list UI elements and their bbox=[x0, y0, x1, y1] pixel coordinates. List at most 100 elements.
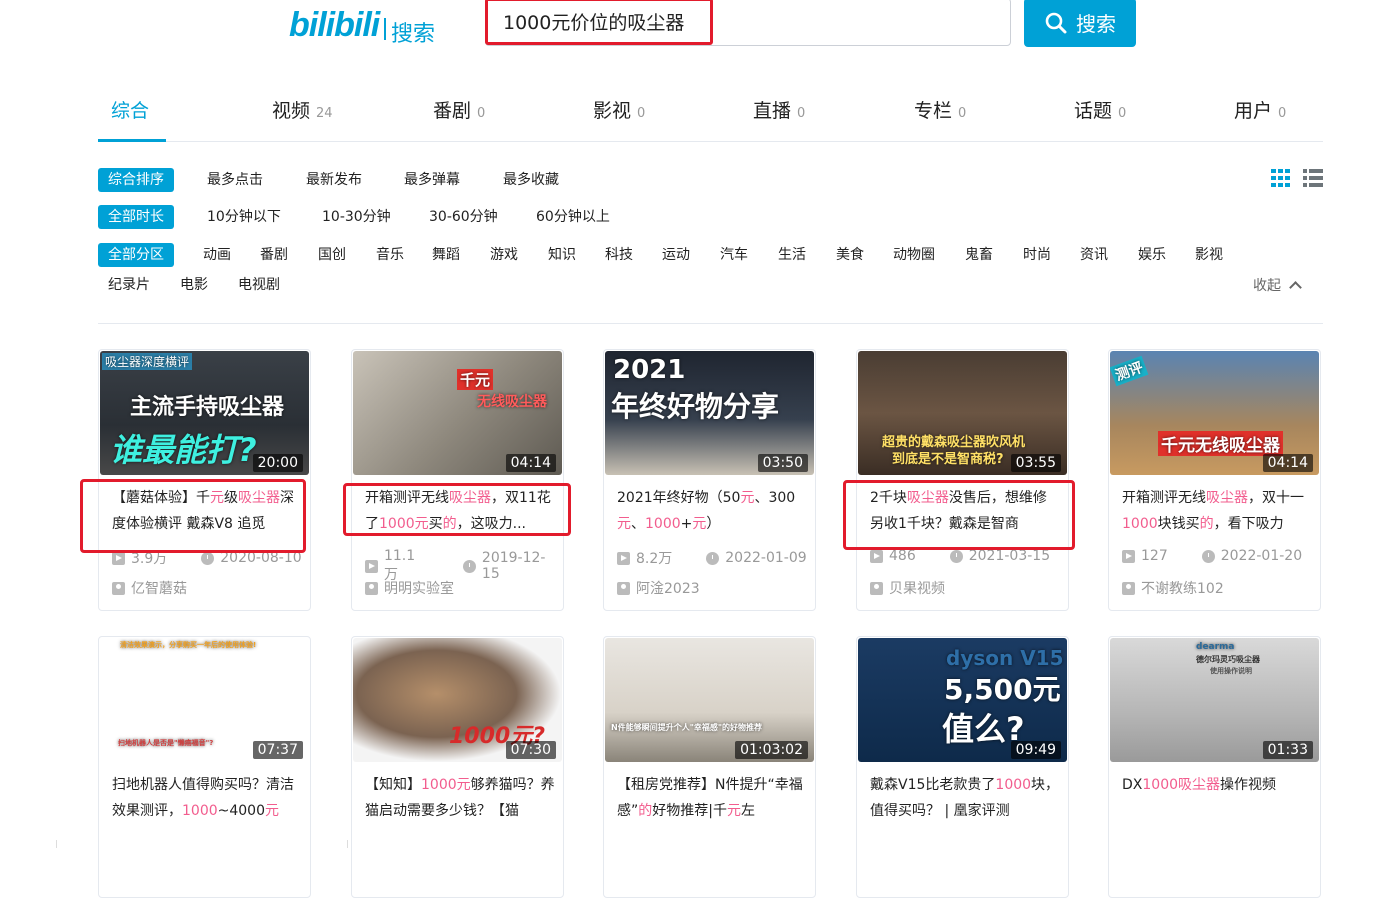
search-input[interactable] bbox=[485, 0, 713, 45]
filter-zone-option[interactable]: 生活 bbox=[778, 243, 806, 267]
video-title[interactable]: 【租房党推荐】N件提升“幸福感”的好物推荐|千元左 bbox=[617, 772, 807, 824]
video-thumbnail[interactable]: 测评 千元无线吸尘器 04:14 bbox=[1110, 351, 1319, 475]
video-thumbnail[interactable]: dearma 德尔玛灵巧吸尘器 使用操作说明 01:33 bbox=[1110, 638, 1319, 762]
filter-duration-option[interactable]: 全部时长 bbox=[98, 205, 174, 229]
filter-zone-option[interactable]: 运动 bbox=[662, 243, 690, 267]
filter-zone-option[interactable]: 电视剧 bbox=[238, 273, 280, 297]
video-title[interactable]: 开箱测评无线吸尘器，双11花了1000元买的，这吸力... bbox=[365, 485, 555, 537]
filter-zone-option[interactable]: 电影 bbox=[180, 273, 208, 297]
filter-zone-option[interactable]: 美食 bbox=[836, 243, 864, 267]
chevron-up-icon bbox=[1289, 281, 1303, 294]
video-thumbnail[interactable]: 1000元? 07:30 bbox=[353, 638, 562, 762]
view-count: 3.9万 bbox=[131, 551, 168, 567]
filter-zone-option[interactable]: 舞蹈 bbox=[432, 243, 460, 267]
filter-zone-option[interactable]: 知识 bbox=[548, 243, 576, 267]
video-card[interactable]: 吸尘器深度横评 主流手持吸尘器 谁最能打? 20:00 【蘑菇体验】千元级吸尘器深度体验… bbox=[98, 349, 311, 611]
list-view-icon[interactable] bbox=[1302, 168, 1324, 188]
uploader-link[interactable]: 亿智蘑菇 bbox=[112, 578, 187, 598]
keyword-highlight: 的 bbox=[1199, 516, 1214, 532]
video-card[interactable]: 清洁效果演示，分享购买一年后的使用体验! 扫地机器人是否是"懒癌福音"? 07:37… bbox=[98, 636, 311, 898]
keyword-highlight: 吸尘器 bbox=[238, 490, 280, 506]
search-icon bbox=[1045, 12, 1067, 33]
video-card[interactable]: dyson V15 5,500元 值么? 09:49 戴森V15比老款贵了1000块，值… bbox=[856, 636, 1069, 898]
tab-4[interactable]: 直播 0 bbox=[753, 96, 805, 123]
video-card[interactable]: 1000元? 07:30 【知知】1000元够养猫吗？养猫启动需要多少钱？【猫 bbox=[351, 636, 564, 898]
filter-order-option[interactable]: 最多收藏 bbox=[503, 168, 559, 192]
thumbnail-caption: 千元 bbox=[457, 369, 494, 390]
filter-zone-option[interactable]: 国创 bbox=[318, 243, 346, 267]
video-title[interactable]: 开箱测评无线吸尘器，双十一 1000块钱买的，看下吸力 bbox=[1122, 485, 1312, 537]
filter-zone-option[interactable]: 资讯 bbox=[1080, 243, 1108, 267]
video-title[interactable]: 【蘑菇体验】千元级吸尘器深度体验横评 戴森V8 追觅 bbox=[112, 485, 302, 537]
filter-order-option[interactable]: 最多点击 bbox=[207, 168, 263, 192]
uploader-link[interactable]: 明明实验室 bbox=[365, 578, 454, 598]
keyword-highlight: 1000 bbox=[995, 777, 1032, 793]
tab-1[interactable]: 视频 24 bbox=[272, 96, 333, 123]
video-thumbnail[interactable]: dyson V15 5,500元 值么? 09:49 bbox=[858, 638, 1067, 762]
tab-7[interactable]: 用户 0 bbox=[1234, 96, 1286, 123]
filter-duration-option[interactable]: 10分钟以下 bbox=[207, 205, 281, 229]
filter-duration-option[interactable]: 60分钟以上 bbox=[536, 205, 610, 229]
video-title[interactable]: 2千块吸尘器没售后，想维修另收1千块？戴森是智商 bbox=[870, 485, 1060, 537]
grid-view-icon[interactable] bbox=[1270, 168, 1292, 188]
tab-6[interactable]: 话题 0 bbox=[1074, 96, 1126, 123]
upload-date: 2022-01-09 bbox=[725, 550, 807, 566]
filter-zone-option[interactable]: 动画 bbox=[203, 243, 231, 267]
video-thumbnail[interactable]: 千元 无线吸尘器 04:14 bbox=[353, 351, 562, 475]
filter-order-option[interactable]: 最新发布 bbox=[306, 168, 362, 192]
video-title[interactable]: 扫地机器人值得购买吗？清洁效果测评，1000~4000元 bbox=[112, 772, 302, 824]
video-thumbnail[interactable]: 2021 年终好物分享 03:50 bbox=[605, 351, 814, 475]
filter-zone-option[interactable]: 娱乐 bbox=[1138, 243, 1166, 267]
filter-order-option[interactable]: 最多弹幕 bbox=[404, 168, 460, 192]
uploader-name: 不谢教练102 bbox=[1141, 581, 1224, 597]
title-text: 2021年终好物（50 bbox=[617, 490, 741, 506]
tab-count: 0 bbox=[1118, 106, 1127, 121]
filter-zone-option[interactable]: 全部分区 bbox=[98, 243, 174, 267]
uploader-link[interactable]: 贝果视频 bbox=[870, 578, 945, 598]
keyword-highlight: 元 bbox=[617, 516, 631, 532]
tab-3[interactable]: 影视 0 bbox=[593, 96, 645, 123]
tab-2[interactable]: 番剧 0 bbox=[433, 96, 485, 123]
collapse-filters-button[interactable]: 收起 bbox=[1253, 275, 1303, 295]
video-card[interactable]: 2021 年终好物分享 03:50 2021年终好物（50元、300元、1000+元）… bbox=[603, 349, 816, 611]
filter-zone-option[interactable]: 科技 bbox=[605, 243, 633, 267]
video-title[interactable]: 2021年终好物（50元、300元、1000+元） bbox=[617, 485, 807, 537]
tab-0[interactable]: 综合 bbox=[111, 96, 155, 123]
thumbnail-caption: 年终好物分享 bbox=[611, 390, 780, 423]
video-title[interactable]: 戴森V15比老款贵了1000块，值得买吗？ | 凰家评测 bbox=[870, 772, 1060, 824]
title-text: 开箱测评无线 bbox=[1122, 490, 1206, 506]
video-card[interactable]: 超贵的戴森吸尘器吹风机 到底是不是智商税? 03:55 2千块吸尘器没售后，想维修另收… bbox=[856, 349, 1069, 611]
video-card[interactable]: 测评 千元无线吸尘器 04:14 开箱测评无线吸尘器，双十一 1000块钱买的，看下吸力… bbox=[1108, 349, 1321, 611]
filter-zone-option[interactable]: 时尚 bbox=[1023, 243, 1051, 267]
uploader-link[interactable]: 阿淦2023 bbox=[617, 578, 700, 598]
video-card[interactable]: dearma 德尔玛灵巧吸尘器 使用操作说明 01:33 DX1000吸尘器操作视频 bbox=[1108, 636, 1321, 898]
filter-zone-option[interactable]: 鬼畜 bbox=[965, 243, 993, 267]
video-thumbnail[interactable]: 吸尘器深度横评 主流手持吸尘器 谁最能打? 20:00 bbox=[100, 351, 309, 475]
video-title[interactable]: 【知知】1000元够养猫吗？养猫启动需要多少钱？【猫 bbox=[365, 772, 555, 824]
video-card[interactable]: N件能够瞬间提升个人"幸福感"的好物推荐 01:03:02 【租房党推荐】N件提升“… bbox=[603, 636, 816, 898]
video-duration: 04:14 bbox=[505, 454, 556, 472]
search-button[interactable]: 搜索 bbox=[1024, 0, 1136, 47]
video-card[interactable]: 千元 无线吸尘器 04:14 开箱测评无线吸尘器，双11花了1000元买的，这吸力..… bbox=[351, 349, 564, 611]
filter-order-option[interactable]: 综合排序 bbox=[98, 168, 174, 192]
video-duration: 01:03:02 bbox=[735, 741, 808, 759]
video-thumbnail[interactable]: 清洁效果演示，分享购买一年后的使用体验! 扫地机器人是否是"懒癌福音"? 07:37 bbox=[100, 638, 309, 762]
uploader-link[interactable]: 不谢教练102 bbox=[1122, 578, 1224, 598]
filter-zone-option[interactable]: 汽车 bbox=[720, 243, 748, 267]
video-thumbnail[interactable]: N件能够瞬间提升个人"幸福感"的好物推荐 01:03:02 bbox=[605, 638, 814, 762]
filter-zone-option[interactable]: 音乐 bbox=[376, 243, 404, 267]
filter-zone-option[interactable]: 动物圈 bbox=[893, 243, 935, 267]
user-icon bbox=[365, 581, 378, 595]
view-count: 8.2万 bbox=[636, 551, 673, 567]
video-title[interactable]: DX1000吸尘器操作视频 bbox=[1122, 772, 1312, 824]
filter-zone-option[interactable]: 游戏 bbox=[490, 243, 518, 267]
tab-5[interactable]: 专栏 0 bbox=[914, 96, 966, 123]
bilibili-logo[interactable]: bilibili 搜索 bbox=[289, 6, 449, 47]
filter-zone-option[interactable]: 纪录片 bbox=[108, 273, 150, 297]
tab-label: 直播 bbox=[753, 100, 792, 122]
filter-zone-option[interactable]: 番剧 bbox=[260, 243, 288, 267]
filter-duration-option[interactable]: 10-30分钟 bbox=[322, 205, 391, 229]
filter-zone-option[interactable]: 影视 bbox=[1195, 243, 1223, 267]
filter-duration-option[interactable]: 30-60分钟 bbox=[429, 205, 498, 229]
video-thumbnail[interactable]: 超贵的戴森吸尘器吹风机 到底是不是智商税? 03:55 bbox=[858, 351, 1067, 475]
